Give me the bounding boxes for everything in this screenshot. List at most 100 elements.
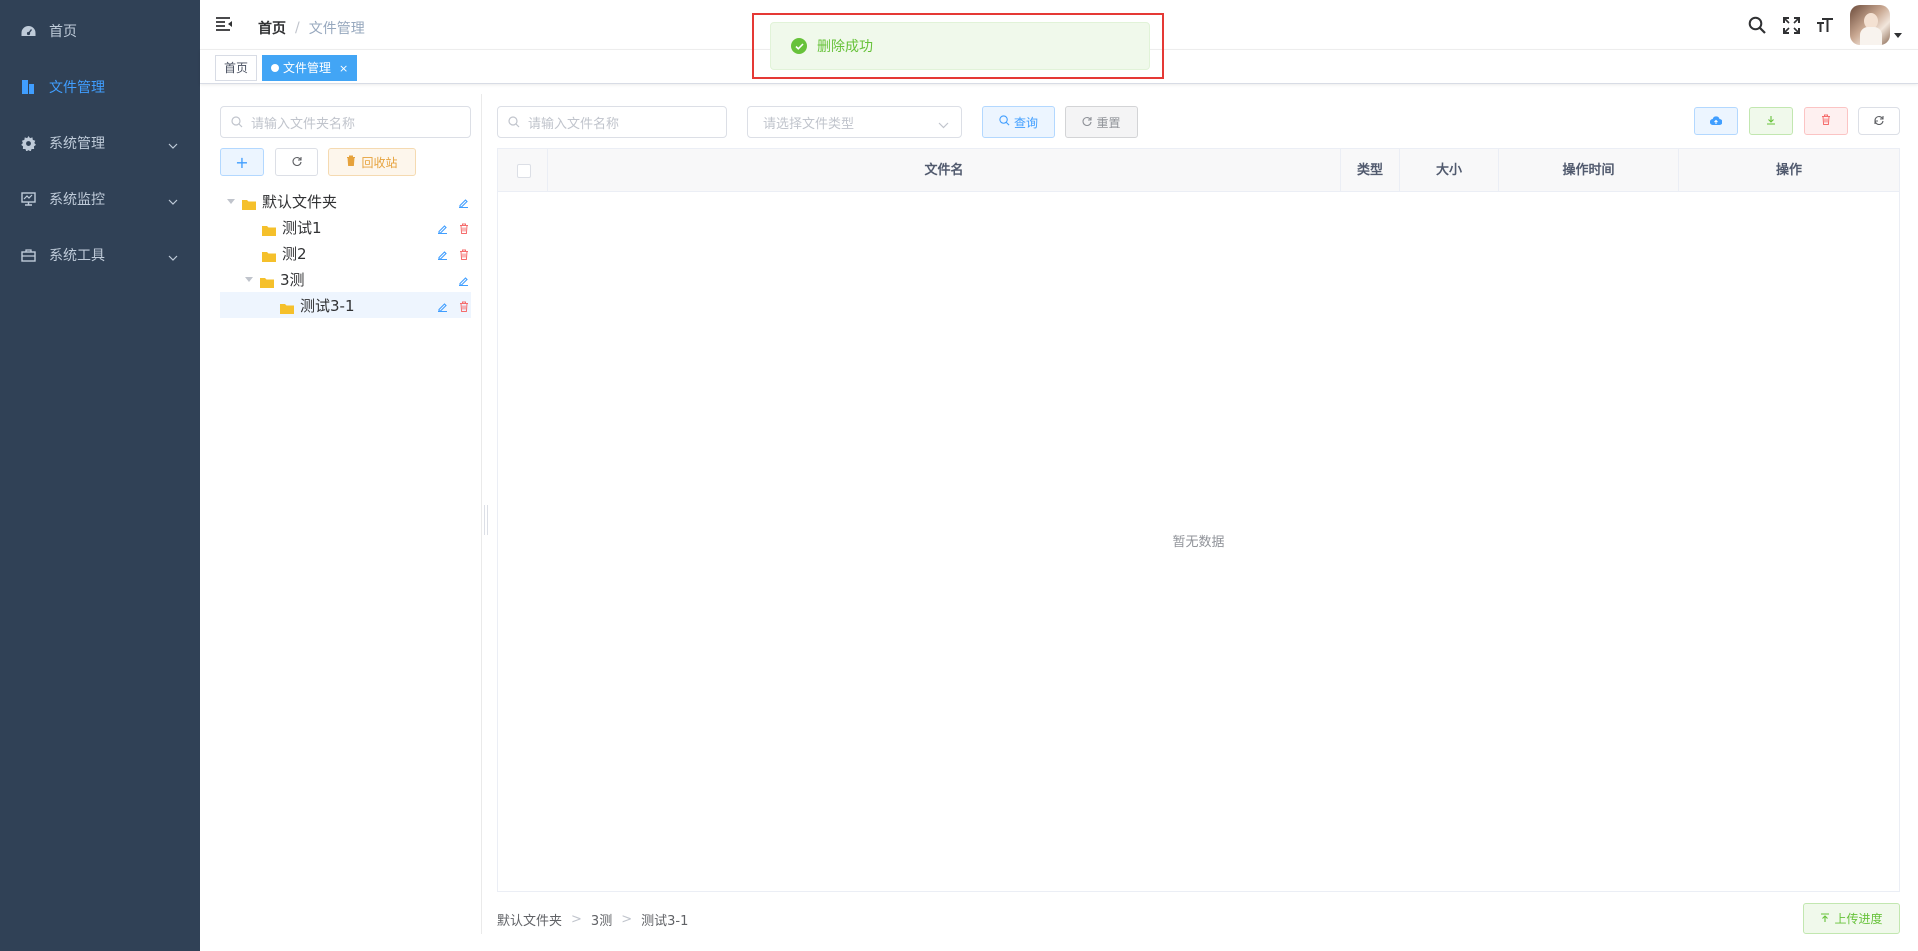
edit-icon[interactable] <box>458 272 469 290</box>
success-message: 删除成功 <box>770 22 1150 70</box>
folder-icon <box>260 274 274 288</box>
file-search-placeholder: 请输入文件名称 <box>528 116 620 132</box>
tree-node-test3-1[interactable]: 测试3-1 <box>220 292 471 318</box>
right-menu <box>1740 0 1902 50</box>
table-header: 文件名 类型 大小 操作时间 操作 <box>498 149 1899 192</box>
path-segment[interactable]: 测试3-1 <box>641 910 688 929</box>
folder-path: 默认文件夹 > 3测 > 测试3-1 <box>497 910 688 929</box>
query-button[interactable]: 查询 <box>982 106 1055 138</box>
refresh-icon <box>1874 114 1884 128</box>
tree-node-3ce[interactable]: 3测 <box>220 266 471 292</box>
chevron-down-icon <box>168 249 178 265</box>
gear-icon <box>20 135 36 151</box>
download-icon <box>1766 114 1776 128</box>
select-all-column <box>498 149 548 192</box>
recycle-bin-label: 回收站 <box>361 155 398 170</box>
file-icon <box>20 79 36 95</box>
refresh-table-button[interactable] <box>1858 107 1900 135</box>
delete-icon[interactable] <box>459 246 469 264</box>
folder-panel: 请输入文件夹名称 <box>220 106 471 138</box>
caret-down-icon[interactable] <box>226 198 236 204</box>
edit-icon[interactable] <box>437 246 448 264</box>
hamburger-icon[interactable] <box>215 16 233 34</box>
resize-handle[interactable] <box>484 505 488 535</box>
sidebar-item-file-manage[interactable]: 文件管理 <box>0 59 200 115</box>
edit-icon[interactable] <box>437 220 448 238</box>
tree-node-test2[interactable]: 测2 <box>220 240 471 266</box>
trash-icon <box>346 155 356 169</box>
query-label: 查询 <box>1013 115 1038 130</box>
refresh-icon <box>1082 115 1093 129</box>
breadcrumb: 首页 / 文件管理 <box>258 18 365 38</box>
reset-label: 重置 <box>1096 115 1121 130</box>
panel-splitter <box>481 94 482 934</box>
tree-node-label: 测试3-1 <box>300 296 355 315</box>
delete-icon <box>1821 114 1831 128</box>
tree-node-test1[interactable]: 测试1 <box>220 214 471 240</box>
folder-icon <box>262 248 276 262</box>
tree-node-label: 3测 <box>280 270 305 289</box>
fullscreen-icon[interactable] <box>1774 0 1808 50</box>
file-type-placeholder: 请选择文件类型 <box>763 116 855 132</box>
column-header-size[interactable]: 大小 <box>1400 149 1499 192</box>
upload-progress-button[interactable]: 上传进度 <box>1803 903 1900 934</box>
sidebar-item-system-monitor[interactable]: 系统监控 <box>0 171 200 227</box>
recycle-bin-button[interactable]: 回收站 <box>328 148 416 176</box>
message-text: 删除成功 <box>817 39 873 55</box>
refresh-icon <box>292 155 302 169</box>
upload-button[interactable] <box>1694 107 1738 135</box>
avatar[interactable] <box>1850 5 1890 45</box>
monitor-icon <box>20 191 36 207</box>
column-header-filename[interactable]: 文件名 <box>548 149 1341 192</box>
file-type-select[interactable]: 请选择文件类型 <box>747 106 962 138</box>
sidebar-item-label: 系统管理 <box>49 136 105 152</box>
column-header-type[interactable]: 类型 <box>1341 149 1400 192</box>
tree-node-default-folder[interactable]: 默认文件夹 <box>220 188 471 214</box>
cloud-upload-icon <box>1709 114 1723 128</box>
path-segment[interactable]: 默认文件夹 <box>497 910 562 929</box>
download-button[interactable] <box>1749 107 1793 135</box>
caret-down-icon[interactable] <box>1894 27 1902 42</box>
sidebar-item-label: 首页 <box>49 24 77 40</box>
upload-icon <box>1820 912 1830 926</box>
sidebar-item-label: 系统监控 <box>49 192 105 208</box>
search-icon <box>999 115 1010 129</box>
plus-icon: + <box>235 152 249 172</box>
dashboard-icon <box>20 23 36 39</box>
font-size-icon[interactable] <box>1808 0 1842 50</box>
refresh-tree-button[interactable] <box>275 148 318 176</box>
delete-icon[interactable] <box>459 298 469 316</box>
chevron-down-icon <box>168 137 178 153</box>
tag-label: 文件管理 <box>283 61 332 75</box>
tree-node-label: 测试1 <box>282 218 322 237</box>
edit-icon[interactable] <box>458 194 469 212</box>
active-dot-icon <box>271 64 279 72</box>
folder-icon <box>280 300 294 314</box>
folder-search-input[interactable]: 请输入文件夹名称 <box>220 106 471 138</box>
delete-button[interactable] <box>1804 107 1848 135</box>
caret-down-icon[interactable] <box>244 276 254 282</box>
delete-icon[interactable] <box>459 220 469 238</box>
upload-progress-label: 上传进度 <box>1834 912 1883 926</box>
select-all-checkbox[interactable] <box>517 164 531 178</box>
column-header-operation-time[interactable]: 操作时间 <box>1499 149 1679 192</box>
column-header-actions: 操作 <box>1775 163 1802 178</box>
breadcrumb-home[interactable]: 首页 <box>258 18 286 38</box>
reset-button[interactable]: 重置 <box>1065 106 1138 138</box>
toolbox-icon <box>20 247 36 263</box>
tree-node-label: 默认文件夹 <box>262 192 338 211</box>
search-icon[interactable] <box>1740 0 1774 50</box>
sidebar-item-home[interactable]: 首页 <box>0 3 200 59</box>
tag-home[interactable]: 首页 <box>215 55 258 81</box>
sidebar-item-system-manage[interactable]: 系统管理 <box>0 115 200 171</box>
sidebar-item-system-tools[interactable]: 系统工具 <box>0 227 200 283</box>
close-icon[interactable]: × <box>339 62 348 75</box>
tag-file-manage[interactable]: 文件管理 × <box>262 55 358 81</box>
file-search-input[interactable]: 请输入文件名称 <box>497 106 727 138</box>
folder-icon <box>242 196 256 210</box>
tag-label: 首页 <box>224 61 249 75</box>
folder-icon <box>262 222 276 236</box>
edit-icon[interactable] <box>437 298 448 316</box>
add-folder-button[interactable]: + <box>220 148 264 176</box>
path-segment[interactable]: 3测 <box>591 910 612 929</box>
